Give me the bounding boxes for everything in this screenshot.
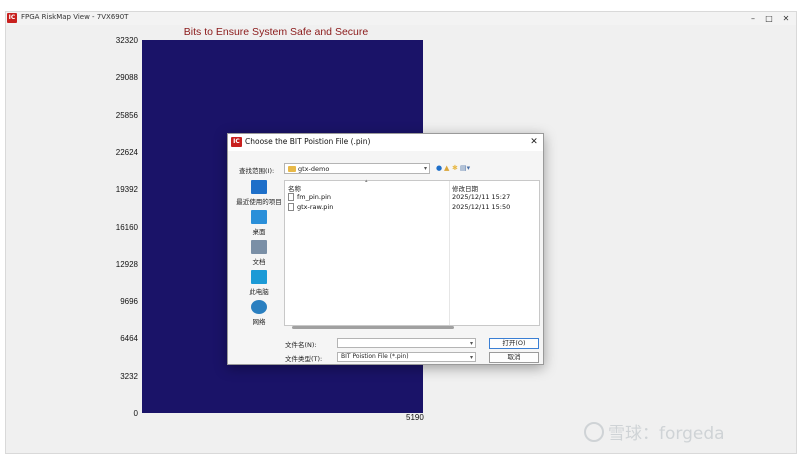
place-label: 桌面 xyxy=(252,228,266,236)
file-list: ▴ 名称 修改日期 fm_pin.pin 2025/12/11 15:27 gt… xyxy=(284,178,540,326)
chevron-down-icon: ▾ xyxy=(469,340,473,347)
place-label: 文档 xyxy=(252,258,266,266)
file-name: gtx-raw.pin xyxy=(297,203,334,211)
lookin-label: 查找范围(I): xyxy=(239,167,275,175)
maximize-button[interactable]: □ xyxy=(760,12,778,25)
watermark-text: 雪球：forgeda xyxy=(608,424,725,444)
network-icon xyxy=(251,300,267,314)
dialog-logo-icon: IC xyxy=(231,137,242,147)
lookin-dropdown[interactable]: gtx-demo ▾ xyxy=(284,163,430,174)
column-header-date[interactable]: 修改日期 xyxy=(452,183,478,193)
y-tick-label: 22624 xyxy=(115,147,138,157)
chevron-down-icon: ▾ xyxy=(423,165,427,172)
place-documents[interactable]: 文档 xyxy=(236,240,282,266)
sort-arrow-icon: ▴ xyxy=(365,178,368,184)
desktop-icon xyxy=(251,210,267,224)
y-tick-label: 32320 xyxy=(115,36,138,45)
place-label: 此电脑 xyxy=(249,288,269,296)
recent-icon xyxy=(251,180,267,194)
back-icon[interactable]: ● xyxy=(436,164,442,173)
watermark: 雪球：forgeda xyxy=(584,419,725,444)
folder-icon xyxy=(288,166,296,172)
file-date: 2025/12/11 15:27 xyxy=(452,193,511,201)
file-row[interactable]: gtx-raw.pin 2025/12/11 15:50 xyxy=(288,203,538,212)
chart-title: Bits to Ensure System Safe and Secure xyxy=(183,26,369,38)
filetype-label: 文件类型(T): xyxy=(285,355,323,363)
filetype-select[interactable]: BIT Poistion File (*.pin) ▾ xyxy=(337,352,476,362)
y-tick-label: 16160 xyxy=(115,222,138,232)
watermark-logo-icon xyxy=(584,422,604,442)
window-title: FPGA RiskMap View - 7VX690T xyxy=(21,13,129,21)
lookin-value: gtx-demo xyxy=(298,165,330,173)
column-header-name[interactable]: 名称 xyxy=(288,183,301,193)
file-name: fm_pin.pin xyxy=(297,193,332,201)
place-recent[interactable]: 最近使用的项目 xyxy=(236,180,282,206)
filename-field[interactable]: ▾ xyxy=(337,338,476,348)
view-menu-icon[interactable]: ▤▾ xyxy=(460,164,470,173)
dialog-close-button[interactable]: ✕ xyxy=(527,135,541,149)
y-tick-label: 6464 xyxy=(120,334,138,344)
y-tick-label: 25856 xyxy=(115,110,138,120)
dialog-title-bar: IC Choose the BIT Poistion File (.pin) ✕ xyxy=(228,134,543,151)
open-button[interactable]: 打开(O) xyxy=(489,338,539,349)
place-computer[interactable]: 此电脑 xyxy=(236,270,282,296)
y-tick-label: 9696 xyxy=(120,297,138,307)
documents-icon xyxy=(251,240,267,254)
app-logo-icon: IC xyxy=(7,13,17,23)
file-date: 2025/12/11 15:50 xyxy=(452,203,511,211)
place-label: 网络 xyxy=(252,318,266,326)
dialog-title: Choose the BIT Poistion File (.pin) xyxy=(245,137,371,146)
new-folder-icon[interactable]: ✱ xyxy=(452,164,458,173)
horizontal-scrollbar[interactable] xyxy=(292,326,454,329)
y-tick-label: 3232 xyxy=(120,371,138,381)
close-button[interactable]: ✕ xyxy=(777,12,795,25)
y-tick-label: 0 xyxy=(133,409,138,418)
file-icon xyxy=(288,203,294,211)
place-network[interactable]: 网络 xyxy=(236,300,282,326)
cancel-button[interactable]: 取消 xyxy=(489,352,539,363)
y-tick-label: 12928 xyxy=(115,259,138,269)
title-bar: IC FPGA RiskMap View - 7VX690T – □ ✕ xyxy=(6,12,796,25)
up-folder-icon[interactable]: ▲ xyxy=(444,164,449,173)
y-tick-label: 19392 xyxy=(115,185,138,195)
computer-icon xyxy=(251,270,267,284)
file-row[interactable]: fm_pin.pin 2025/12/11 15:27 xyxy=(288,193,538,202)
x-tick-label: 5190 xyxy=(406,413,424,422)
y-tick-label: 29088 xyxy=(115,73,138,83)
filetype-value: BIT Poistion File (*.pin) xyxy=(341,353,409,360)
chevron-down-icon: ▾ xyxy=(469,354,473,361)
file-icon xyxy=(288,193,294,201)
place-label: 最近使用的项目 xyxy=(236,198,282,206)
place-desktop[interactable]: 桌面 xyxy=(236,210,282,236)
filename-label: 文件名(N): xyxy=(285,341,317,349)
file-chooser-dialog: IC Choose the BIT Poistion File (.pin) ✕… xyxy=(227,133,544,365)
